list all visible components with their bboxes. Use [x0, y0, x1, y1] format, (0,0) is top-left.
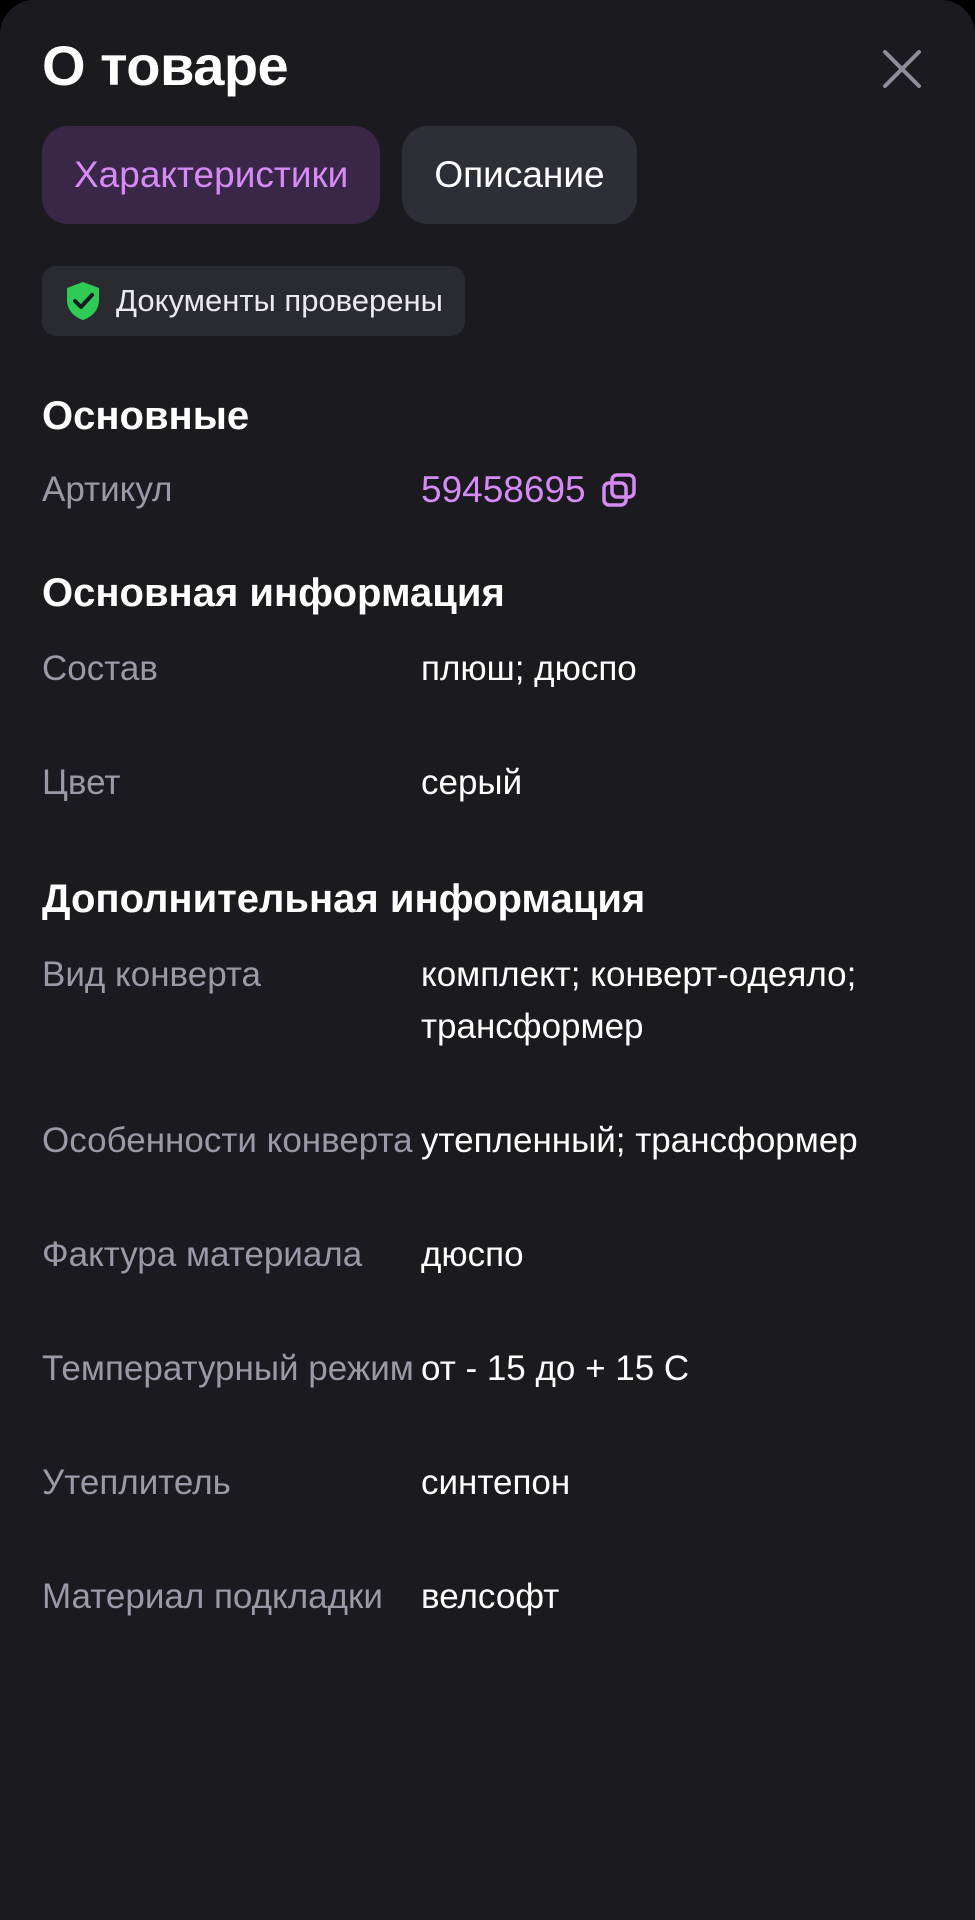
spec-row-composition: Состав плюш; дюспо	[42, 643, 933, 695]
tab-description[interactable]: Описание	[402, 126, 637, 224]
section-title-main: Основные	[42, 394, 250, 438]
spec-key: Вид конверта	[42, 955, 262, 994]
shield-check-icon	[64, 280, 102, 322]
article-number-text: 59458695	[421, 469, 586, 510]
spec-value: дюспо	[421, 1235, 524, 1274]
spec-key: Материал подкладки	[42, 1577, 383, 1616]
product-info-sheet: О товаре Характеристики Описание Докумен…	[0, 0, 975, 1920]
sheet-header: О товаре	[42, 0, 933, 126]
article-number[interactable]: 59458695	[421, 464, 638, 516]
spec-row-envelope-type: Вид конверта комплект; конверт-одеяло; т…	[42, 949, 933, 1053]
spec-row-envelope-features: Особенности конверта утепленный; трансфо…	[42, 1115, 933, 1167]
spec-value: утепленный; трансформер	[421, 1121, 858, 1160]
spec-key: Состав	[42, 649, 158, 688]
spec-key: Особенности конверта	[42, 1121, 413, 1160]
spec-row-material-texture: Фактура материала дюспо	[42, 1229, 933, 1281]
spec-row-color: Цвет серый	[42, 757, 933, 809]
documents-verified-label: Документы проверены	[116, 283, 443, 318]
page-title: О товаре	[42, 34, 289, 97]
spec-value: от - 15 до + 15 С	[421, 1349, 690, 1388]
spec-key: Утеплитель	[42, 1463, 231, 1502]
spec-value: 59458695	[421, 464, 933, 517]
spec-key: Температурный режим	[42, 1349, 414, 1388]
spec-key: Артикул	[42, 470, 173, 509]
section-title-extra-info: Дополнительная информация	[42, 877, 646, 921]
spec-value: серый	[421, 763, 523, 802]
spec-row-temperature: Температурный режим от - 15 до + 15 С	[42, 1343, 933, 1395]
spec-value: плюш; дюспо	[421, 649, 637, 688]
spec-value: велсофт	[421, 1577, 560, 1616]
spec-value: синтепон	[421, 1463, 571, 1502]
close-button[interactable]	[877, 44, 927, 94]
spec-key: Фактура материала	[42, 1235, 363, 1274]
copy-button[interactable]	[600, 471, 638, 509]
section-title-basic-info: Основная информация	[42, 571, 505, 615]
spec-row-article: Артикул 59458695	[42, 464, 933, 517]
tab-bar: Характеристики Описание	[42, 126, 933, 224]
spec-key: Цвет	[42, 763, 121, 802]
close-icon	[883, 50, 921, 88]
tab-characteristics[interactable]: Характеристики	[42, 126, 381, 224]
documents-verified-badge[interactable]: Документы проверены	[42, 266, 465, 336]
spec-row-lining-material: Материал подкладки велсофт	[42, 1571, 933, 1623]
spec-value: комплект; конверт-одеяло; трансформер	[421, 955, 857, 1046]
spec-row-insulation: Утеплитель синтепон	[42, 1457, 933, 1509]
copy-icon	[601, 473, 636, 507]
